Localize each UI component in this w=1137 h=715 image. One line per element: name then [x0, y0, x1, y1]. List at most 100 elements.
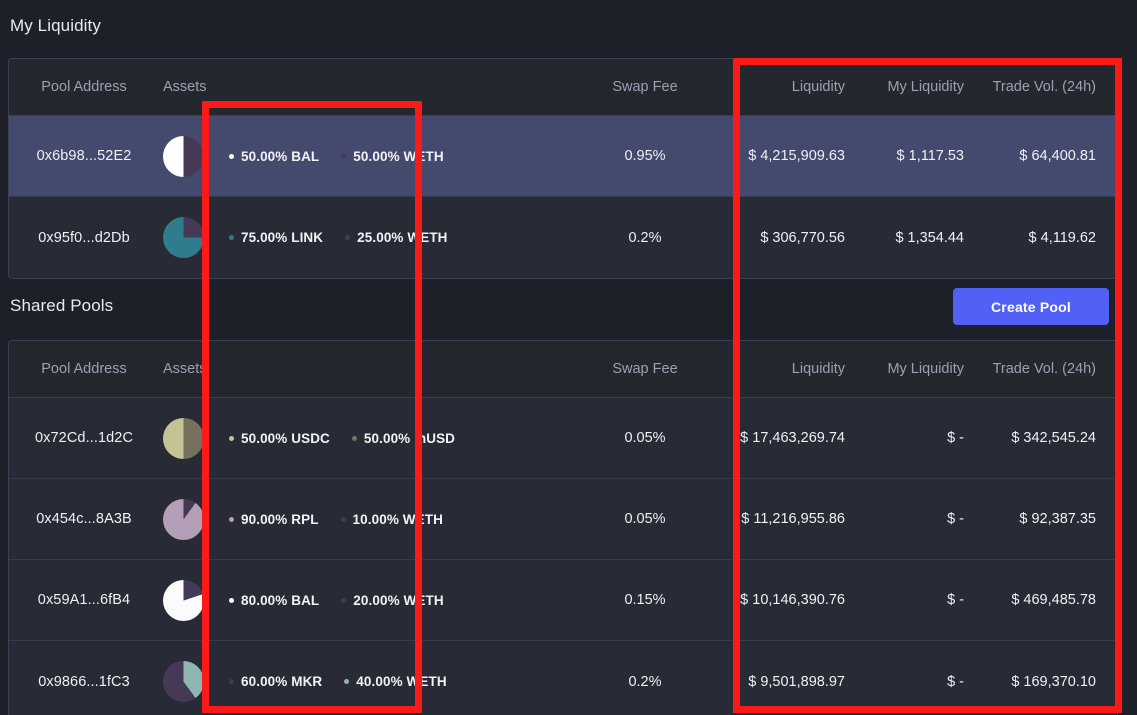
- my-liquidity-cell: $ -: [861, 430, 974, 446]
- column-header-swap-fee[interactable]: Swap Fee: [574, 361, 716, 377]
- column-header-my-liquidity[interactable]: My Liquidity: [861, 79, 974, 95]
- asset-weight-item: 20.00% WETH: [341, 593, 443, 608]
- table-row[interactable]: 0x9866...1fC360.00% MKR40.00% WETH0.2%$ …: [9, 641, 1117, 715]
- assets-cell: [159, 580, 221, 621]
- liquidity-cell: $ 4,215,909.63: [716, 148, 861, 164]
- liquidity-cell: $ 9,501,898.97: [716, 674, 861, 690]
- asset-color-dot-icon: [229, 436, 234, 441]
- column-header-my-liquidity[interactable]: My Liquidity: [861, 361, 974, 377]
- asset-weight-label: 50.00% WETH: [353, 149, 443, 164]
- asset-color-dot-icon: [352, 436, 357, 441]
- pool-address-cell: 0x6b98...52E2: [9, 148, 159, 164]
- asset-weight-label: 50.00% BAL: [241, 149, 319, 164]
- pie-chart-icon: [163, 136, 204, 177]
- column-header-assets[interactable]: Assets: [159, 79, 221, 95]
- asset-weight-item: 60.00% MKR: [229, 674, 322, 689]
- swap-fee-cell: 0.2%: [574, 674, 716, 690]
- liquidity-cell: $ 306,770.56: [716, 230, 861, 246]
- asset-weight-item: 80.00% BAL: [229, 593, 319, 608]
- column-header-pool-address[interactable]: Pool Address: [9, 79, 159, 95]
- asset-color-dot-icon: [341, 598, 346, 603]
- asset-weight-label: 20.00% WETH: [353, 593, 443, 608]
- swap-fee-cell: 0.15%: [574, 592, 716, 608]
- asset-color-dot-icon: [344, 679, 349, 684]
- table-header-row: Pool Address Assets Swap Fee Liquidity M…: [9, 59, 1117, 116]
- assets-cell: [159, 136, 221, 177]
- asset-weight-label: 40.00% WETH: [356, 674, 446, 689]
- asset-color-dot-icon: [341, 517, 346, 522]
- my-liquidity-cell: $ -: [861, 592, 974, 608]
- column-header-liquidity[interactable]: Liquidity: [716, 79, 861, 95]
- create-pool-button[interactable]: Create Pool: [953, 288, 1109, 325]
- asset-weight-label: 60.00% MKR: [241, 674, 322, 689]
- asset-weight-label: 25.00% WETH: [357, 230, 447, 245]
- swap-fee-cell: 0.95%: [574, 148, 716, 164]
- column-header-swap-fee[interactable]: Swap Fee: [574, 79, 716, 95]
- table-row[interactable]: 0x6b98...52E250.00% BAL50.00% WETH0.95%$…: [9, 116, 1117, 197]
- assets-cell: [159, 217, 221, 258]
- asset-color-dot-icon: [229, 517, 234, 522]
- page-root: My Liquidity Pool Address Assets Swap Fe…: [0, 0, 1137, 715]
- shared-pools-table: Pool Address Assets Swap Fee Liquidity M…: [8, 340, 1118, 715]
- weights-cell: 60.00% MKR 40.00% WETH: [221, 674, 574, 689]
- asset-color-dot-icon: [341, 154, 346, 159]
- shared-pools-heading: Shared Pools: [0, 296, 113, 316]
- trade-volume-cell: $ 64,400.81: [974, 148, 1117, 164]
- asset-color-dot-icon: [229, 679, 234, 684]
- asset-color-dot-icon: [229, 235, 234, 240]
- liquidity-cell: $ 10,146,390.76: [716, 592, 861, 608]
- pool-address-cell: 0x9866...1fC3: [9, 674, 159, 690]
- pie-chart-icon: [163, 418, 204, 459]
- asset-weight-label: 90.00% RPL: [241, 512, 319, 527]
- swap-fee-cell: 0.2%: [574, 230, 716, 246]
- weights-cell: 90.00% RPL 10.00% WETH: [221, 512, 574, 527]
- trade-volume-cell: $ 4,119.62: [974, 230, 1117, 246]
- weights-cell: 80.00% BAL 20.00% WETH: [221, 593, 574, 608]
- weights-cell: 50.00% USDC 50.00% mUSD: [221, 431, 574, 446]
- asset-weight-item: 40.00% WETH: [344, 674, 446, 689]
- column-header-trade-volume[interactable]: Trade Vol. (24h): [974, 79, 1117, 95]
- liquidity-cell: $ 11,216,955.86: [716, 511, 861, 527]
- pool-address-cell: 0x72Cd...1d2C: [9, 430, 159, 446]
- asset-weight-label: 50.00% USDC: [241, 431, 330, 446]
- asset-weight-item: 50.00% WETH: [341, 149, 443, 164]
- asset-weight-label: 75.00% LINK: [241, 230, 323, 245]
- pie-chart-icon: [163, 661, 204, 702]
- swap-fee-cell: 0.05%: [574, 511, 716, 527]
- table-row[interactable]: 0x72Cd...1d2C50.00% USDC50.00% mUSD0.05%…: [9, 398, 1117, 479]
- my-liquidity-cell: $ 1,354.44: [861, 230, 974, 246]
- asset-weight-item: 50.00% USDC: [229, 431, 330, 446]
- column-header-pool-address[interactable]: Pool Address: [9, 361, 159, 377]
- asset-weight-item: 50.00% BAL: [229, 149, 319, 164]
- assets-cell: [159, 661, 221, 702]
- asset-weight-item: 10.00% WETH: [341, 512, 443, 527]
- asset-weight-label: 10.00% WETH: [353, 512, 443, 527]
- my-liquidity-cell: $ -: [861, 674, 974, 690]
- asset-color-dot-icon: [229, 154, 234, 159]
- assets-cell: [159, 418, 221, 459]
- table-row[interactable]: 0x454c...8A3B 90.00% RPL 10.00% WETH 0.05%$…: [9, 479, 1117, 560]
- asset-weight-item: 75.00% LINK: [229, 230, 323, 245]
- trade-volume-cell: $ 169,370.10: [974, 674, 1117, 690]
- column-header-assets[interactable]: Assets: [159, 361, 221, 377]
- asset-weight-item: 25.00% WETH: [345, 230, 447, 245]
- trade-volume-cell: $ 342,545.24: [974, 430, 1117, 446]
- pool-address-cell: 0x59A1...6fB4: [9, 592, 159, 608]
- table-row[interactable]: 0x95f0...d2Db75.00% LINK25.00% WETH0.2%$…: [9, 197, 1117, 278]
- asset-color-dot-icon: [345, 235, 350, 240]
- asset-weight-item: 90.00% RPL: [229, 512, 319, 527]
- assets-cell: [159, 499, 221, 540]
- asset-color-dot-icon: [229, 598, 234, 603]
- table-header-row: Pool Address Assets Swap Fee Liquidity M…: [9, 341, 1117, 398]
- pool-address-cell: 0x95f0...d2Db: [9, 230, 159, 246]
- pie-chart-icon: [163, 217, 204, 258]
- liquidity-cell: $ 17,463,269.74: [716, 430, 861, 446]
- my-liquidity-table: Pool Address Assets Swap Fee Liquidity M…: [8, 58, 1118, 279]
- column-header-trade-volume[interactable]: Trade Vol. (24h): [974, 361, 1117, 377]
- pool-address-cell: 0x454c...8A3B: [9, 511, 159, 527]
- column-header-liquidity[interactable]: Liquidity: [716, 361, 861, 377]
- asset-weight-label: 80.00% BAL: [241, 593, 319, 608]
- my-liquidity-heading: My Liquidity: [0, 16, 101, 36]
- asset-weight-item: 50.00% mUSD: [352, 431, 455, 446]
- table-row[interactable]: 0x59A1...6fB480.00% BAL20.00% WETH0.15%$…: [9, 560, 1117, 641]
